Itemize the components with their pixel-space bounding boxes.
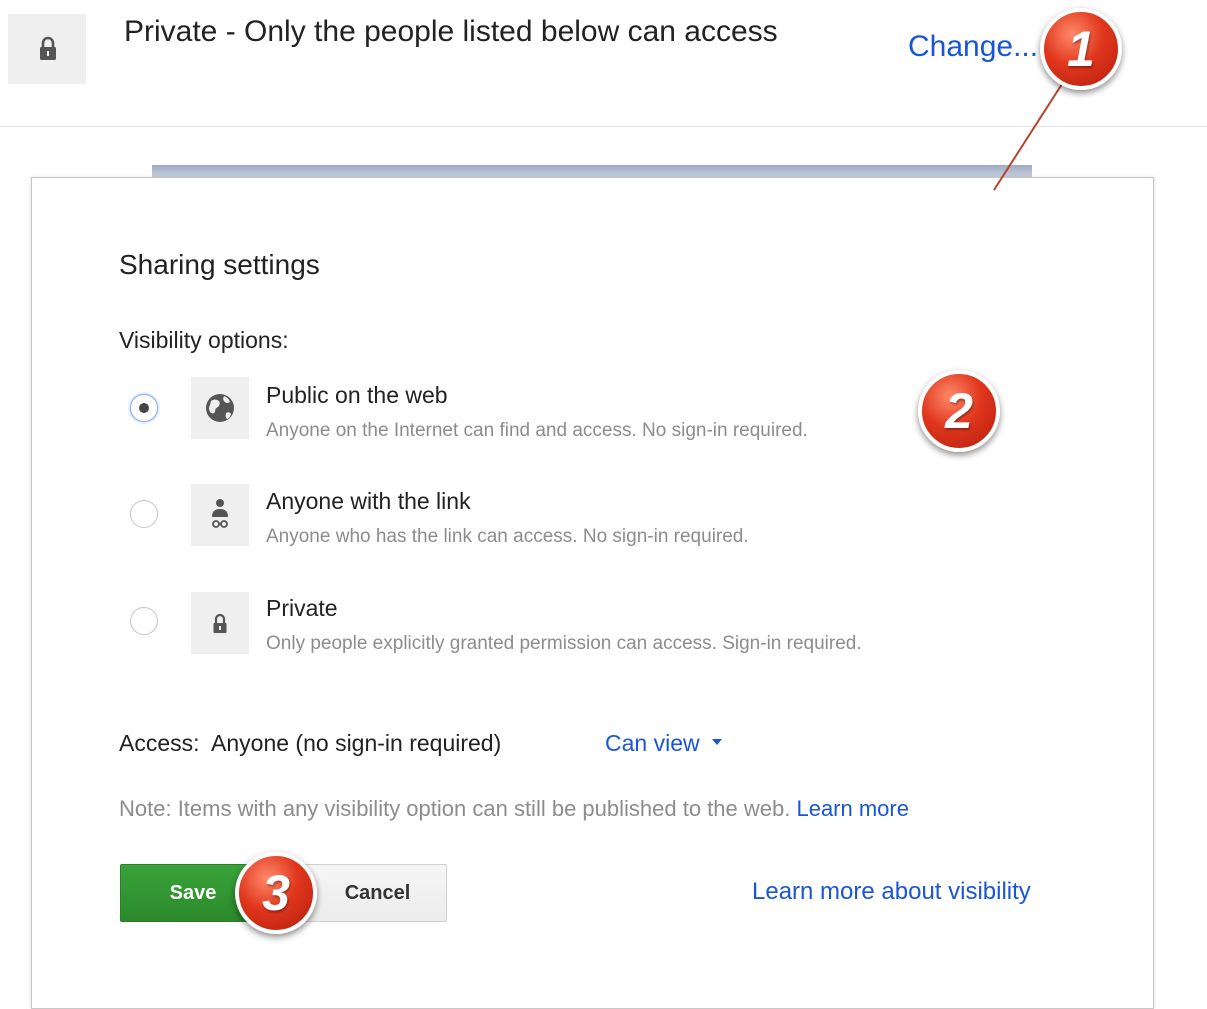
radio-private[interactable] — [130, 607, 158, 635]
dialog-title: Sharing settings — [119, 249, 320, 280]
option-description: Only people explicitly granted permissio… — [266, 633, 862, 654]
callout-badge-2: 2 — [918, 370, 1000, 452]
option-icon-tile — [191, 484, 249, 546]
sharing-status-text: Private - Only the people listed below c… — [124, 15, 778, 48]
save-label: Save — [169, 881, 217, 904]
option-description: Anyone on the Internet can find and acce… — [266, 420, 808, 441]
option-title: Public on the web — [266, 382, 448, 408]
change-link[interactable]: Change... — [908, 30, 1038, 64]
note-text: Note: Items with any visibility option c… — [119, 796, 791, 821]
cancel-label: Cancel — [344, 881, 411, 904]
option-description: Anyone who has the link can access. No s… — [266, 526, 749, 547]
option-icon-tile — [191, 377, 249, 439]
callout-badge-1: 1 — [1040, 8, 1122, 90]
globe-icon — [206, 394, 234, 422]
dropdown-caret-icon — [711, 738, 722, 745]
visibility-options-label: Visibility options: — [119, 327, 289, 353]
person-link-icon — [212, 499, 228, 528]
radio-public-on-web[interactable] — [130, 394, 158, 422]
callout-leader-line — [993, 83, 1063, 191]
callout-badge-3: 3 — [235, 852, 317, 934]
top-lock-tile — [8, 14, 86, 84]
publish-note: Note: Items with any visibility option c… — [119, 796, 909, 822]
permission-value: Can view — [605, 730, 700, 756]
option-title: Private — [266, 595, 338, 621]
learn-more-link[interactable]: Learn more — [796, 796, 909, 821]
learn-more-visibility-link[interactable]: Learn more about visibility — [752, 878, 1031, 906]
lock-icon — [40, 36, 56, 60]
permission-dropdown[interactable]: Can view — [605, 730, 722, 757]
access-label: Access: Anyone (no sign-in required) — [119, 730, 502, 756]
radio-anyone-with-link[interactable] — [130, 500, 158, 528]
option-icon-tile — [191, 592, 249, 654]
lock-icon — [213, 613, 227, 633]
option-title: Anyone with the link — [266, 488, 471, 514]
